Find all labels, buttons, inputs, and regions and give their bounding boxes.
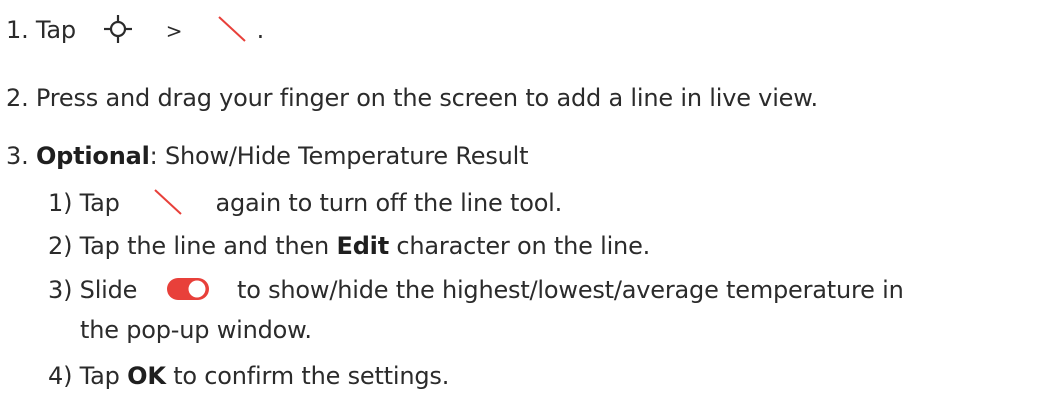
substep-4-suffix: to confirm the settings. xyxy=(173,362,450,390)
line-tool-icon xyxy=(151,187,185,217)
step-1-prefix: 1. Tap xyxy=(6,16,76,44)
step-2-text: 2. Press and drag your finger on the scr… xyxy=(6,84,818,112)
substep-3-continuation: the pop-up window. xyxy=(80,314,312,346)
crosshair-icon xyxy=(103,14,133,44)
line-tool-icon xyxy=(215,14,249,44)
substep-2-edit-label: Edit xyxy=(336,232,390,260)
step-1: 1. Tap > . xyxy=(6,14,264,47)
substep-1-suffix: again to turn off the line tool. xyxy=(215,189,563,217)
step-3-text: : Show/Hide Temperature Result xyxy=(149,142,529,170)
step-3-number: 3. xyxy=(6,142,29,170)
substep-1: 1) Tap again to turn off the line tool. xyxy=(48,187,562,219)
substep-1-prefix: 1) Tap xyxy=(48,189,120,217)
step-1-separator: > xyxy=(165,19,183,43)
substep-3-prefix: 3) Slide xyxy=(48,276,138,304)
substep-2: 2) Tap the line and then Edit character … xyxy=(48,230,650,262)
instruction-document: 1. Tap > . 2. Press and drag your finger… xyxy=(0,0,1058,398)
substep-4-ok-label: OK xyxy=(127,362,166,390)
substep-4: 4) Tap OK to confirm the settings. xyxy=(48,360,449,392)
step-2: 2. Press and drag your finger on the scr… xyxy=(6,82,818,114)
substep-3: 3) Slide to show/hide the highest/lowest… xyxy=(48,274,904,306)
substep-3-continuation-text: the pop-up window. xyxy=(80,316,312,344)
substep-4-prefix: 4) Tap xyxy=(48,362,120,390)
step-3-optional-label: Optional xyxy=(35,142,150,170)
step-1-suffix: . xyxy=(256,16,265,44)
substep-3-suffix: to show/hide the highest/lowest/average … xyxy=(236,276,904,304)
toggle-switch-icon xyxy=(166,276,210,302)
substep-2-prefix: 2) Tap the line and then xyxy=(48,232,330,260)
substep-2-suffix: character on the line. xyxy=(396,232,651,260)
step-3: 3. Optional: Show/Hide Temperature Resul… xyxy=(6,140,529,172)
